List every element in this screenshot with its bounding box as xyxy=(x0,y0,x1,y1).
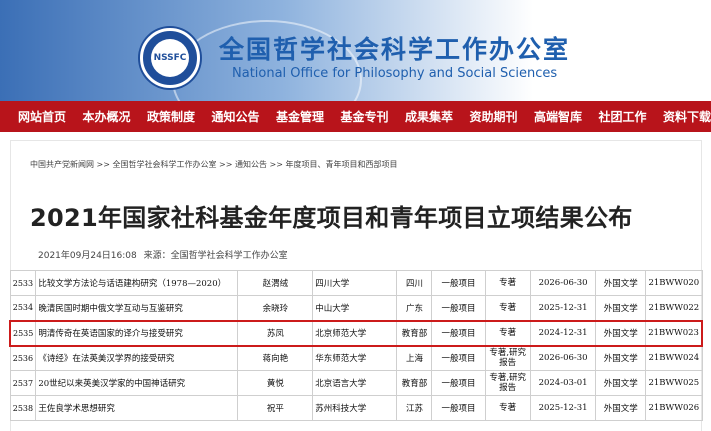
nav-downloads[interactable]: 资料下载 xyxy=(663,108,711,125)
nssfc-logo[interactable]: NSSFC xyxy=(140,28,200,88)
institution: 四川大学 xyxy=(312,270,398,296)
table-row: 2536 《诗经》在法英美汉学界的接受研究 蒋向艳 华东师范大学 上海 一般项目 专著,研究… xyxy=(9,345,703,371)
project-code: 21BWW023 xyxy=(645,319,704,347)
end-date: 2024-03-01 xyxy=(529,370,597,396)
project-title: 王佐良学术思想研究 xyxy=(35,395,239,421)
end-date: 2024-12-31 xyxy=(529,319,597,347)
principal-investigator: 赵渭绒 xyxy=(237,270,314,296)
nav-fund-journal[interactable]: 基金专刊 xyxy=(341,108,389,125)
project-type: 一般项目 xyxy=(431,370,486,396)
principal-investigator: 苏凤 xyxy=(237,319,314,347)
principal-investigator: 余晓玲 xyxy=(237,295,314,321)
project-type: 一般项目 xyxy=(431,395,486,421)
outcome-form: 专著,研究 报告 xyxy=(484,345,531,371)
nav-home[interactable]: 网站首页 xyxy=(18,108,66,125)
project-title: 20世纪以来英美汉学家的中国神话研究 xyxy=(35,370,239,396)
project-code: 21BWW025 xyxy=(645,370,703,396)
nav-notices[interactable]: 通知公告 xyxy=(212,108,260,125)
outcome-form: 专著 xyxy=(484,295,531,321)
outcome-form: 专著,研究 报告 xyxy=(484,370,531,396)
project-title: 明清传奇在英语国家的译介与接受研究 xyxy=(35,319,239,347)
principal-investigator: 祝平 xyxy=(237,395,314,421)
project-code: 21BWW024 xyxy=(645,345,703,371)
table-row: 2533 比较文学方法论与话语建构研究（1978—2020） 赵渭绒 四川大学 四川 一般… xyxy=(9,270,703,296)
row-number: 2537 xyxy=(9,370,37,396)
row-number: 2533 xyxy=(9,270,37,296)
principal-investigator: 黄悦 xyxy=(237,370,314,396)
region: 四川 xyxy=(396,270,433,296)
project-title: 《诗经》在法英美汉学界的接受研究 xyxy=(35,345,239,371)
project-title: 晚清民国时期中俄文学互动与互鉴研究 xyxy=(35,295,239,321)
row-number: 2535 xyxy=(9,319,37,347)
institution: 华东师范大学 xyxy=(312,345,398,371)
site-header: NSSFC 全国哲学社会科学工作办公室 National Office for … xyxy=(0,0,711,140)
project-title: 比较文学方法论与话语建构研究（1978—2020） xyxy=(35,270,239,296)
site-title-cn: 全国哲学社会科学工作办公室 xyxy=(219,35,571,64)
nav-policy[interactable]: 政策制度 xyxy=(147,108,195,125)
outcome-form: 专著 xyxy=(484,395,531,421)
breadcrumb[interactable]: 中国共产党新闻网 >> 全国哲学社会科学工作办公室 >> 通知公告 >> 年度项… xyxy=(30,159,397,170)
end-date: 2026-06-30 xyxy=(529,270,597,296)
region: 教育部 xyxy=(396,370,433,396)
article-datetime: 2021年09月24日16:08 xyxy=(38,251,137,261)
outcome-form: 专著 xyxy=(484,319,531,347)
discipline: 外国文学 xyxy=(595,270,647,296)
article-source[interactable]: 来源：全国哲学社会科学工作办公室 xyxy=(144,251,288,261)
project-type: 一般项目 xyxy=(431,345,486,371)
project-type: 一般项目 xyxy=(431,295,486,321)
table-row: 2538 王佐良学术思想研究 祝平 苏州科技大学 江苏 一般项目 专著 2025-12-31 外… xyxy=(9,395,703,421)
end-date: 2025-12-31 xyxy=(529,295,597,321)
nav-fund-management[interactable]: 基金管理 xyxy=(276,108,324,125)
project-code: 21BWW020 xyxy=(645,270,703,296)
institution: 中山大学 xyxy=(312,295,398,321)
discipline: 外国文学 xyxy=(595,345,647,371)
nav-achievements[interactable]: 成果集萃 xyxy=(405,108,453,125)
end-date: 2026-06-30 xyxy=(529,345,597,371)
project-type: 一般项目 xyxy=(431,270,486,296)
nav-funded-journals[interactable]: 资助期刊 xyxy=(470,108,518,125)
discipline: 外国文学 xyxy=(595,395,647,421)
main-nav: 网站首页 本办概况 政策制度 通知公告 基金管理 基金专刊 成果集萃 资助期刊 … xyxy=(0,101,711,132)
region: 上海 xyxy=(396,345,433,371)
region: 广东 xyxy=(396,295,433,321)
end-date: 2025-12-31 xyxy=(529,395,597,421)
institution: 北京师范大学 xyxy=(312,319,398,347)
site-title-en: National Office for Philosophy and Socia… xyxy=(232,66,558,81)
nav-think-tanks[interactable]: 高端智库 xyxy=(534,108,582,125)
projects-table: 2533 比较文学方法论与话语建构研究（1978—2020） 赵渭绒 四川大学 四川 一般… xyxy=(9,270,704,421)
region: 江苏 xyxy=(396,395,433,421)
outcome-form: 专著 xyxy=(484,270,531,296)
discipline: 外国文学 xyxy=(595,319,647,347)
table-row: 2534 晚清民国时期中俄文学互动与互鉴研究 余晓玲 中山大学 广东 一般项目 专著 2025… xyxy=(9,295,703,321)
discipline: 外国文学 xyxy=(595,295,647,321)
row-number: 2536 xyxy=(9,345,37,371)
institution: 北京语言大学 xyxy=(312,370,398,396)
nav-about[interactable]: 本办概况 xyxy=(83,108,131,125)
region: 教育部 xyxy=(396,319,433,347)
table-row: 2537 20世纪以来英美汉学家的中国神话研究 黄悦 北京语言大学 教育部 一般项目 专著,… xyxy=(9,370,703,396)
institution: 苏州科技大学 xyxy=(312,395,398,421)
article-meta: 2021年09月24日16:08 来源：全国哲学社会科学工作办公室 xyxy=(38,248,288,261)
discipline: 外国文学 xyxy=(595,370,647,396)
nav-societies[interactable]: 社团工作 xyxy=(599,108,647,125)
row-number: 2538 xyxy=(9,395,37,421)
project-type: 一般项目 xyxy=(431,319,486,347)
article-title: 2021年国家社科基金年度项目和青年项目立项结果公布 xyxy=(30,204,633,232)
row-number: 2534 xyxy=(9,295,37,321)
project-code: 21BWW026 xyxy=(645,395,703,421)
logo-text: NSSFC xyxy=(153,53,187,63)
table-row-highlighted: 2535 明清传奇在英语国家的译介与接受研究 苏凤 北京师范大学 教育部 一般项目 专著 20… xyxy=(9,319,704,347)
principal-investigator: 蒋向艳 xyxy=(237,345,314,371)
project-code: 21BWW022 xyxy=(645,295,703,321)
